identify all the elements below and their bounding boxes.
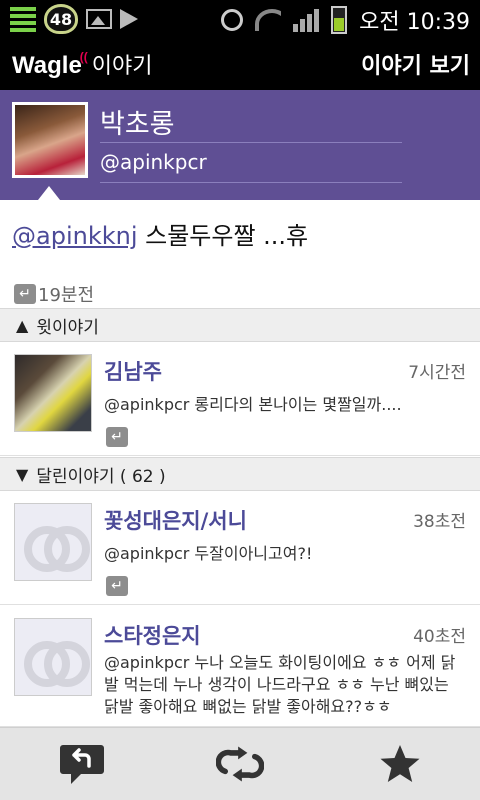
reply-icon: ↵ [106,426,128,447]
triangle-down-icon: ▼ [16,464,29,484]
reply-icon [60,745,104,784]
list-item[interactable]: 김남주 7시간전 @apinkpcr 롱리다의 본나이는 몇짤일까.... ↵ [0,342,480,456]
favorite-button[interactable] [376,742,424,786]
item-time: 40초전 [413,627,466,647]
tweet-body: 스물두우짤 ...휴 [137,222,309,250]
retweet-button[interactable] [216,742,264,786]
notification-badge: 48 [44,4,78,34]
wifi-icon [255,9,282,31]
section-replies-header[interactable]: ▼ 달린이야기 ( 62 ) [0,457,480,491]
item-time: 7시간전 [408,363,466,383]
triangle-up-icon: ▲ [16,315,29,335]
item-name: 스타정은지 [104,624,201,648]
section-label: 달린이야기 ( 62 ) [36,466,166,487]
item-name: 꽃성대은지/서니 [104,509,247,533]
item-text: @apinkpcr 누나 오늘도 화이팅이에요 ㅎㅎ 어제 닭발 먹는데 누나 … [104,653,456,716]
profile-header: 박초롱 @apinkpcr [0,90,480,200]
retweet-icon [216,746,264,782]
bottom-action-bar [0,727,480,800]
signal-wave-icon: (( [79,50,88,64]
tweet-text: @apinkknj 스물두우짤 ...휴 [12,216,308,251]
alarm-icon [221,9,244,31]
tweet-meta: ↵ 19분전 [14,281,94,307]
section-label: 윗이야기 [36,317,99,338]
pointer-arrow-icon [38,186,60,200]
divider [100,182,402,183]
logo-sub: 이야기 [91,53,153,78]
status-bar: 48 오전 10:39 [0,0,480,38]
section-above-header[interactable]: ▲ 윗이야기 [0,308,480,342]
profile-name: 박초롱 [100,109,175,140]
avatar [14,503,92,581]
mention-link[interactable]: @apinkknj [12,222,138,250]
logo-brand: Wagle [12,52,82,79]
signal-icon [293,8,320,32]
app-logo[interactable]: Wagle (( 이야기 [12,48,153,80]
page-title: 이야기 보기 [361,54,470,79]
star-icon [380,745,420,782]
avatar[interactable] [12,102,88,178]
image-icon [86,9,112,29]
wagle-default-icon [24,637,90,687]
app-bar: Wagle (( 이야기 이야기 보기 [0,38,480,90]
item-text: @apinkpcr 두잘이아니고여?! [104,544,313,563]
item-text: @apinkpcr 롱리다의 본나이는 몇짤일까.... [104,395,402,414]
avatar [14,354,92,432]
list-item[interactable]: 스타정은지 40초전 @apinkpcr 누나 오늘도 화이팅이에요 ㅎㅎ 어제… [0,606,480,727]
reply-icon: ↵ [106,575,128,596]
item-time: 38초전 [413,512,466,532]
reply-button[interactable] [58,742,106,786]
wagle-default-icon [24,522,90,572]
status-time: 오전 10:39 [359,10,470,35]
notification-bars-icon [10,6,36,32]
list-item[interactable]: 꽃성대은지/서니 38초전 @apinkpcr 두잘이아니고여?! ↵ [0,491,480,605]
item-name: 김남주 [104,360,162,384]
divider [100,142,402,143]
profile-handle[interactable]: @apinkpcr [100,150,207,174]
play-icon [120,9,138,29]
battery-icon [331,6,348,34]
avatar [14,618,92,696]
tweet-time: 19분전 [38,285,95,306]
reply-icon: ↵ [14,284,36,304]
